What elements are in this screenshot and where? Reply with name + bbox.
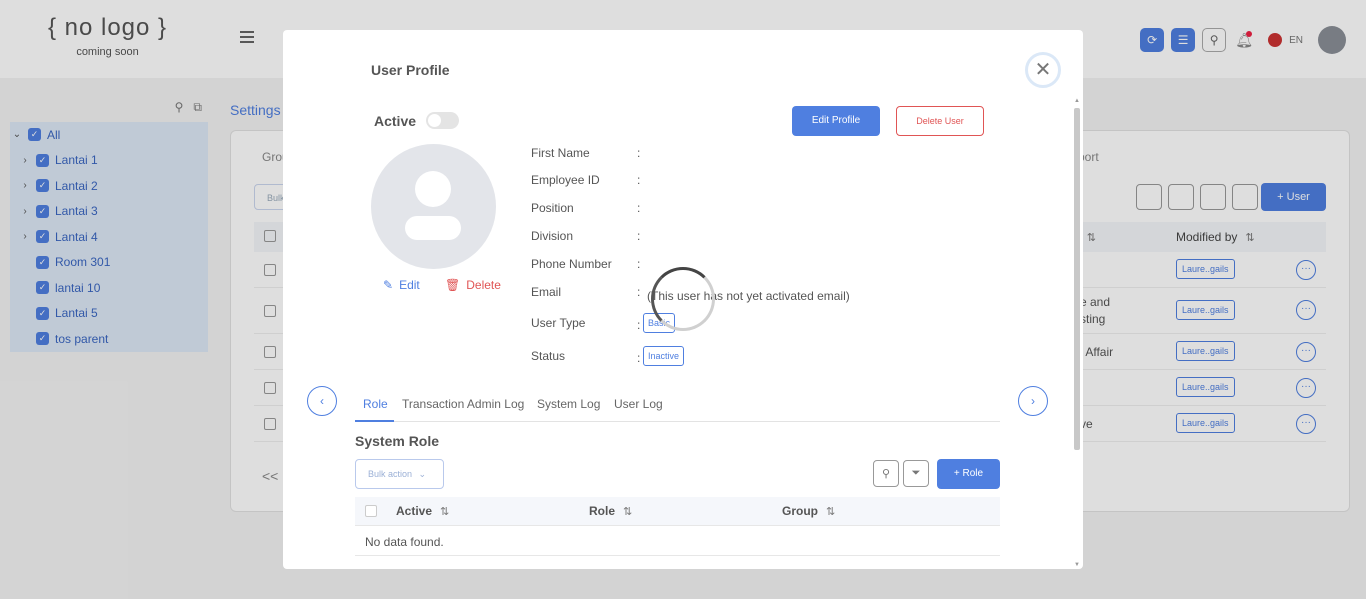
field-division: Division:: [531, 229, 641, 243]
filter-icon[interactable]: ⏷: [903, 460, 929, 487]
edit-profile-button[interactable]: Edit Profile: [792, 106, 880, 136]
loading-spinner: [651, 267, 715, 331]
add-role-button[interactable]: + Role: [937, 459, 1000, 489]
column-header-active[interactable]: Active ⇅: [396, 504, 449, 518]
select-all-checkbox[interactable]: [365, 505, 377, 517]
user-profile-modal: User Profile ✕ ▲ ▼ Active ✎ Edit 🗑︎ Dele…: [283, 30, 1083, 569]
column-header-group[interactable]: Group ⇅: [782, 504, 835, 518]
close-button[interactable]: ✕: [1025, 52, 1061, 88]
pencil-icon: ✎: [383, 278, 394, 292]
section-title: System Role: [355, 433, 440, 449]
search-icon[interactable]: ⚲: [873, 460, 899, 487]
next-user-button[interactable]: ›: [1018, 386, 1048, 416]
previous-user-button[interactable]: ‹: [307, 386, 337, 416]
scroll-up-icon[interactable]: ▲: [1073, 98, 1081, 104]
modal-title: User Profile: [371, 62, 450, 78]
column-header-role[interactable]: Role ⇅: [589, 504, 632, 518]
status-badge: Inactive: [643, 346, 685, 366]
scroll-down-icon[interactable]: ▼: [1073, 562, 1081, 568]
sort-icon: ⇅: [826, 506, 836, 518]
active-toggle[interactable]: [426, 112, 459, 129]
role-table-header: Active ⇅ Role ⇅ Group ⇅: [355, 497, 1000, 526]
tab-role[interactable]: Role: [363, 397, 388, 411]
chevron-down-icon: ⌄: [418, 469, 427, 479]
edit-photo-label: Edit: [399, 278, 420, 292]
scrollbar[interactable]: ▲ ▼: [1073, 98, 1081, 568]
field-status: Status: Inactive: [531, 346, 685, 366]
edit-photo-button[interactable]: ✎ Edit: [383, 278, 420, 292]
profile-avatar: [371, 144, 496, 269]
active-tab-indicator: [355, 420, 394, 422]
active-label: Active: [374, 113, 417, 129]
tab-system-log[interactable]: System Log: [537, 397, 600, 411]
field-position: Position:: [531, 201, 641, 215]
tab-user-log[interactable]: User Log: [614, 397, 663, 411]
user-icon: [415, 171, 451, 207]
close-icon: ✕: [1034, 59, 1052, 81]
scroll-thumb[interactable]: [1074, 108, 1080, 450]
profile-tabs: Role Transaction Admin Log System Log Us…: [355, 394, 1000, 422]
field-user-type: User Type: Basic: [531, 313, 676, 333]
delete-photo-button[interactable]: 🗑︎ Delete: [445, 278, 501, 292]
tab-transaction-admin-log[interactable]: Transaction Admin Log: [402, 397, 524, 411]
empty-state: No data found.: [355, 526, 1000, 556]
field-phone-number: Phone Number:: [531, 257, 641, 271]
field-employee-id: Employee ID:: [531, 173, 641, 187]
sort-icon: ⇅: [623, 506, 633, 518]
bulk-action-button[interactable]: Bulk action ⌄: [355, 459, 444, 489]
delete-photo-label: Delete: [466, 278, 501, 292]
sort-icon: ⇅: [440, 506, 450, 518]
trash-icon: 🗑︎: [445, 278, 461, 292]
delete-user-button[interactable]: Delete User: [896, 106, 984, 136]
field-first-name: First Name:: [531, 146, 641, 160]
field-email: Email: (This user has not yet activated e…: [531, 285, 850, 303]
